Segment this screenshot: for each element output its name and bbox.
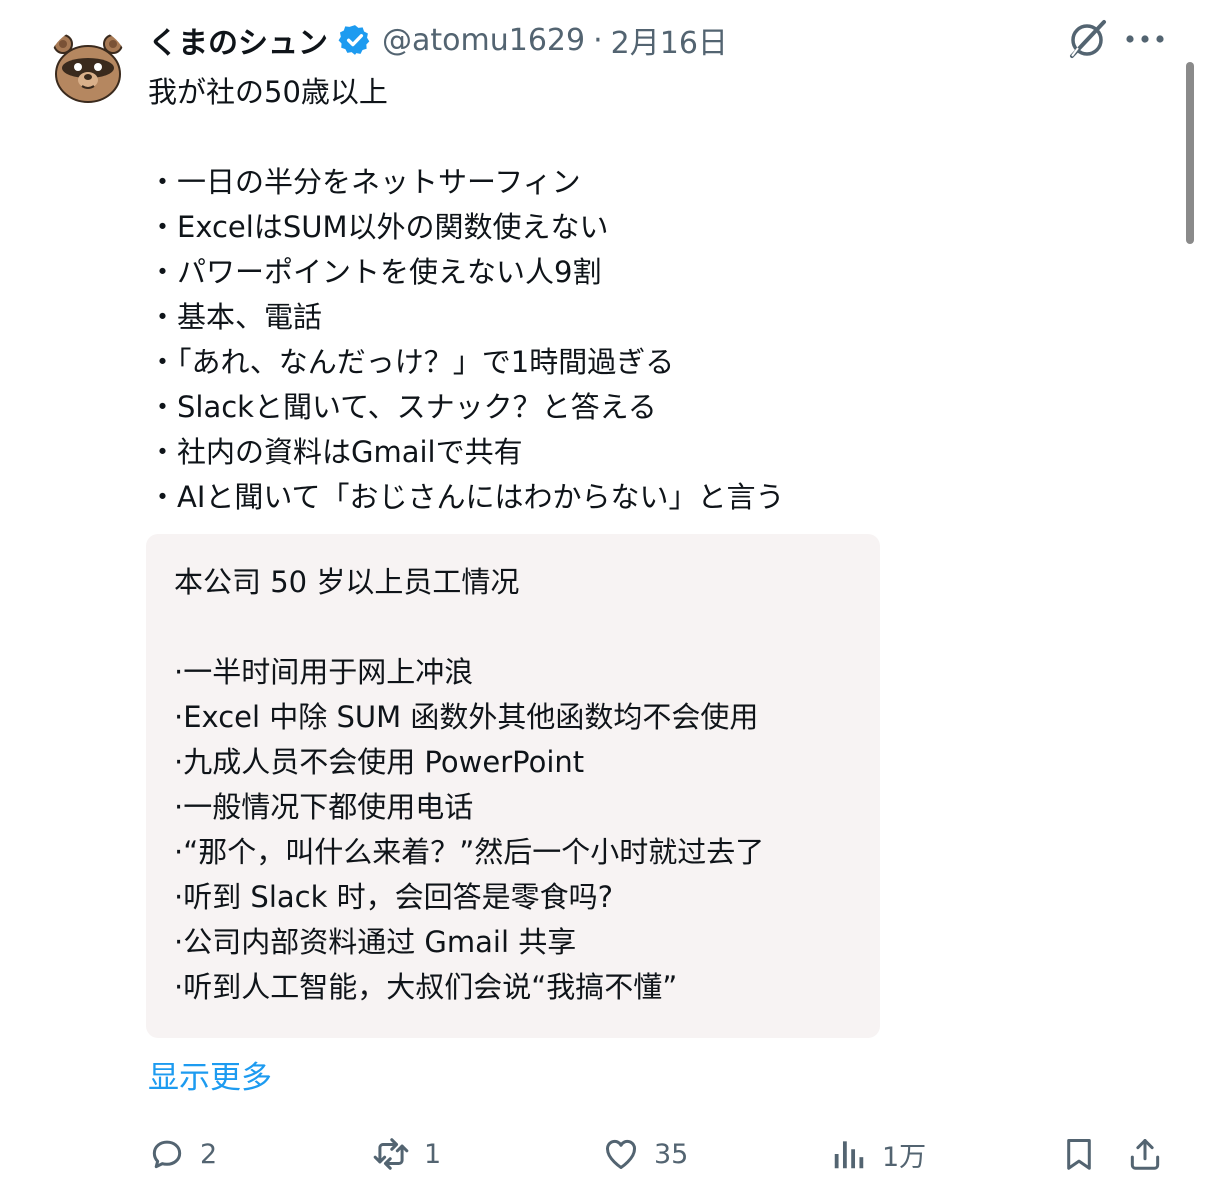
translation-line: 本公司 50 岁以上员工情况 — [174, 565, 520, 599]
tweet-line: ・「あれ、なんだっけ？」で1時間過ぎる — [148, 345, 675, 379]
repost-button[interactable]: 1 — [372, 1126, 441, 1182]
reply-icon — [152, 1140, 182, 1169]
more-icon[interactable] — [1124, 30, 1166, 48]
views-count: 1万 — [882, 1141, 927, 1173]
views-button[interactable]: 1万 — [830, 1126, 926, 1182]
share-icon — [1130, 1139, 1160, 1170]
translation-line: ·“那个，叫什么来着？”然后一个小时就过去了 — [174, 835, 765, 869]
author-handle[interactable]: @atomu1629 — [382, 23, 585, 58]
tweet-text: 我が社の50歳以上 ・一日の半分をネットサーフィン ・ExcelはSUM以外の関… — [148, 70, 1148, 520]
translation-line: ·一般情况下都使用电话 — [174, 790, 474, 824]
tweet-date[interactable]: 2月16日 — [611, 18, 728, 62]
tweet-line: ・Slackと聞いて、スナック？と答える — [148, 390, 657, 424]
translation-box: 本公司 50 岁以上员工情况 ·一半时间用于网上冲浪 ·Excel 中除 SUM… — [146, 534, 880, 1038]
like-icon — [606, 1139, 636, 1169]
tweet-line: ・社内の資料はGmailで共有 — [148, 435, 523, 469]
translation-line: ·九成人员不会使用 PowerPoint — [174, 745, 585, 779]
reply-button[interactable]: 2 — [148, 1126, 217, 1182]
avatar[interactable] — [48, 28, 128, 108]
share-button[interactable] — [1126, 1126, 1164, 1182]
translation-line: ·一半时间用于网上冲浪 — [174, 655, 474, 689]
reply-count: 2 — [200, 1138, 218, 1170]
tweet-line: ・ExcelはSUM以外の関数使えない — [148, 210, 609, 244]
translation-line: ·公司内部资料通过 Gmail 共享 — [174, 925, 577, 959]
tweet-actions: 2 1 35 1万 — [0, 1126, 1206, 1182]
show-more-link[interactable]: 显示更多 — [148, 1058, 272, 1098]
tweet-line — [148, 115, 1148, 160]
translation-line: ·听到人工智能，大叔们会说“我搞不懂” — [174, 970, 678, 1004]
translation-line: ·Excel 中除 SUM 函数外其他函数均不会使用 — [174, 700, 759, 734]
tweet-line: ・AIと聞いて「おじさんにはわからない」と言う — [148, 480, 785, 514]
bear-avatar-icon — [48, 28, 128, 108]
verified-badge-icon — [338, 25, 370, 55]
author-name[interactable]: くまのシュン — [148, 18, 328, 62]
like-button[interactable]: 35 — [602, 1126, 688, 1182]
tweet-line: 我が社の50歳以上 — [148, 75, 388, 109]
tweet-header: くまのシュン @atomu1629 · 2月16日 — [148, 18, 728, 62]
translation-line: ·听到 Slack 时，会回答是零食吗? — [174, 880, 614, 914]
like-count: 35 — [654, 1138, 689, 1170]
tweet-line: ・基本、電話 — [148, 300, 323, 334]
header-separator: · — [593, 22, 603, 58]
bookmark-button[interactable] — [1060, 1126, 1098, 1182]
repost-icon — [373, 1138, 409, 1170]
bookmark-icon — [1067, 1139, 1091, 1170]
translation-line — [174, 605, 880, 650]
tweet-line: ・パワーポイントを使えない人9割 — [148, 255, 602, 289]
repost-count: 1 — [424, 1138, 442, 1170]
scrollbar[interactable] — [1186, 62, 1194, 244]
grok-icon[interactable] — [1064, 16, 1110, 62]
views-icon — [834, 1141, 864, 1169]
tweet-line: ・一日の半分をネットサーフィン — [148, 165, 581, 199]
